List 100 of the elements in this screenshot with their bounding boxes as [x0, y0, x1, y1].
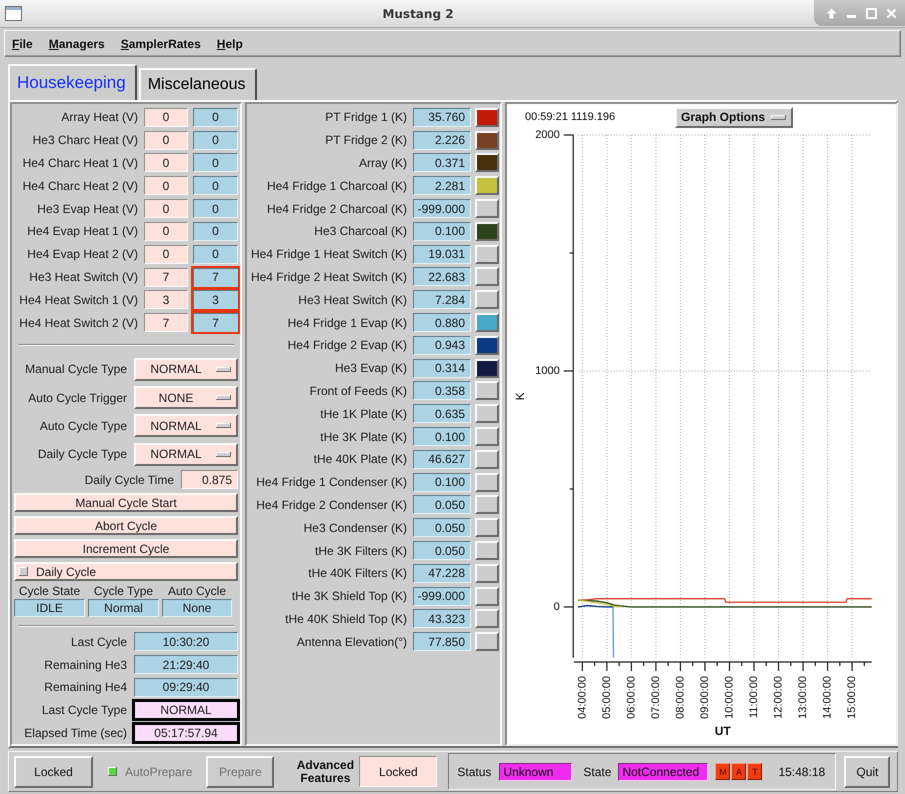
sensor-label: He4 Fridge 1 Charcoal (K) — [266, 178, 408, 193]
field-label: He4 Charc Heat 1 (V) — [22, 156, 139, 170]
option-dropdown[interactable]: NORMAL — [134, 358, 238, 381]
quit-button[interactable]: Quit — [844, 756, 890, 788]
reading-field: 2.226 — [413, 130, 471, 150]
color-swatch-icon[interactable] — [475, 267, 499, 286]
setpoint-field[interactable]: 7 — [144, 268, 188, 287]
sensor-label: Front of Feeds (K) — [308, 384, 408, 398]
color-swatch-icon[interactable] — [475, 564, 499, 583]
color-swatch-icon[interactable] — [475, 290, 499, 310]
graph-options-dropdown[interactable]: Graph Options — [675, 106, 793, 128]
reading-field: 0 — [193, 176, 238, 196]
color-swatch-icon[interactable] — [475, 199, 499, 218]
window-title: Mustang 2 — [382, 6, 454, 20]
tab[interactable]: Housekeeping — [8, 64, 137, 100]
color-swatch-icon[interactable] — [475, 427, 499, 446]
setpoint-field[interactable]: 3 — [144, 290, 188, 310]
field-label: He3 Charc Heat (V) — [32, 133, 139, 148]
axis-tick-label: 2000 — [535, 130, 560, 141]
setpoint-field[interactable]: 0 — [144, 130, 188, 150]
field-label: Status — [457, 764, 492, 778]
field-label: Array Heat (V) — [60, 110, 139, 124]
color-swatch-icon[interactable] — [475, 609, 499, 628]
color-swatch-icon[interactable] — [475, 222, 499, 241]
sensor-label: He3 Heat Switch (K) — [297, 292, 408, 307]
color-swatch-icon[interactable] — [475, 358, 499, 378]
field-label: Daily Cycle Time — [84, 472, 175, 487]
color-swatch-icon[interactable] — [475, 586, 499, 606]
field-label: Last Cycle — [70, 634, 128, 649]
sensor-label: He4 Fridge 2 Condenser (K) — [255, 498, 408, 512]
menu-item[interactable]: File — [12, 36, 33, 50]
action-button[interactable]: Increment Cycle — [14, 539, 238, 558]
sensor-label: Antenna Elevation(°) — [296, 634, 408, 649]
option-dropdown[interactable]: NORMAL — [134, 414, 238, 438]
menu-item[interactable]: Help — [216, 36, 243, 50]
color-swatch-icon[interactable] — [475, 313, 499, 332]
color-swatch-icon[interactable] — [475, 518, 499, 538]
sensor-label: He3 Charcoal (K) — [313, 224, 408, 238]
color-swatch-icon[interactable] — [475, 495, 499, 514]
action-button[interactable]: Abort Cycle — [14, 516, 238, 536]
reading-field: 0.100 — [413, 427, 471, 446]
color-swatch-icon[interactable] — [475, 244, 499, 264]
option-indicator-icon — [216, 366, 231, 372]
setpoint-field[interactable]: 0 — [144, 108, 188, 127]
sensor-label: He3 Condenser (K) — [302, 520, 408, 535]
column-header: Auto Cycle — [166, 583, 228, 600]
tab[interactable]: Miscelaneous — [138, 68, 257, 100]
color-swatch-icon[interactable] — [475, 472, 499, 492]
color-swatch-icon[interactable] — [475, 450, 499, 469]
field-label: Last Cycle Type — [40, 703, 128, 718]
reading-field: 47.228 — [413, 564, 471, 583]
menu-item[interactable]: SamplerRates — [120, 36, 201, 50]
sensor-label: tHe 1K Plate (K) — [319, 406, 408, 421]
color-swatch-icon[interactable] — [475, 108, 499, 127]
option-indicator-icon — [216, 452, 231, 457]
field-label: Auto Cycle Trigger — [27, 390, 128, 405]
field-label: Remaining He4 — [43, 680, 128, 694]
option-indicator-icon — [216, 423, 231, 428]
input-field[interactable]: 0.875 — [181, 470, 238, 490]
reading-field: 7.284 — [413, 290, 471, 310]
option-dropdown[interactable]: NONE — [134, 386, 238, 410]
field-label: He3 Evap Heat (V) — [36, 202, 139, 216]
color-swatch-icon[interactable] — [475, 404, 499, 424]
setpoint-field[interactable]: 7 — [144, 313, 188, 332]
checkbox-toggle[interactable]: Daily Cycle — [14, 562, 238, 582]
color-swatch-icon[interactable] — [475, 130, 499, 150]
sensor-label: PT Fridge 1 (K) — [324, 110, 408, 124]
setpoint-field[interactable]: 0 — [144, 244, 188, 264]
action-button[interactable]: Manual Cycle Start — [14, 493, 238, 512]
color-swatch-icon[interactable] — [475, 381, 499, 400]
color-swatch-icon[interactable] — [475, 632, 499, 652]
field-label: Manual Cycle Type — [24, 362, 128, 376]
reading-field: 0 — [193, 153, 238, 172]
reading-field: 0.050 — [413, 541, 471, 560]
axis-tick-label: 09:00:00 — [698, 676, 711, 719]
setpoint-field[interactable]: 0 — [144, 176, 188, 196]
option-indicator-icon — [771, 114, 786, 120]
reading-field: 7 — [191, 311, 240, 334]
reading-field: 0.100 — [413, 472, 471, 492]
option-dropdown[interactable]: NORMAL — [134, 442, 238, 466]
reading-field: 2.281 — [413, 176, 471, 196]
field-label: He3 Heat Switch (V) — [28, 270, 139, 284]
readout-field: NORMAL — [132, 699, 240, 722]
color-swatch-icon[interactable] — [475, 176, 499, 196]
menu-item[interactable]: Managers — [48, 36, 105, 50]
color-swatch-icon[interactable] — [475, 541, 499, 560]
setpoint-field[interactable]: 0 — [144, 199, 188, 218]
lock-button[interactable]: Locked — [14, 756, 93, 788]
setpoint-field[interactable]: 0 — [144, 153, 188, 172]
field-label: Remaining He3 — [43, 658, 128, 672]
color-swatch-icon[interactable] — [475, 336, 499, 355]
axis-tick-label: 0 — [554, 600, 560, 613]
readout-field: 10:30:20 — [134, 632, 238, 652]
column-header: Cycle State — [18, 583, 82, 600]
indicator-light: A — [731, 763, 746, 780]
sensor-label: tHe 3K Plate (K) — [319, 430, 408, 444]
color-swatch-icon[interactable] — [475, 153, 499, 172]
setpoint-field[interactable]: 0 — [144, 222, 188, 241]
indicator-light: T — [747, 763, 762, 780]
reading-field: 0.314 — [413, 358, 471, 378]
